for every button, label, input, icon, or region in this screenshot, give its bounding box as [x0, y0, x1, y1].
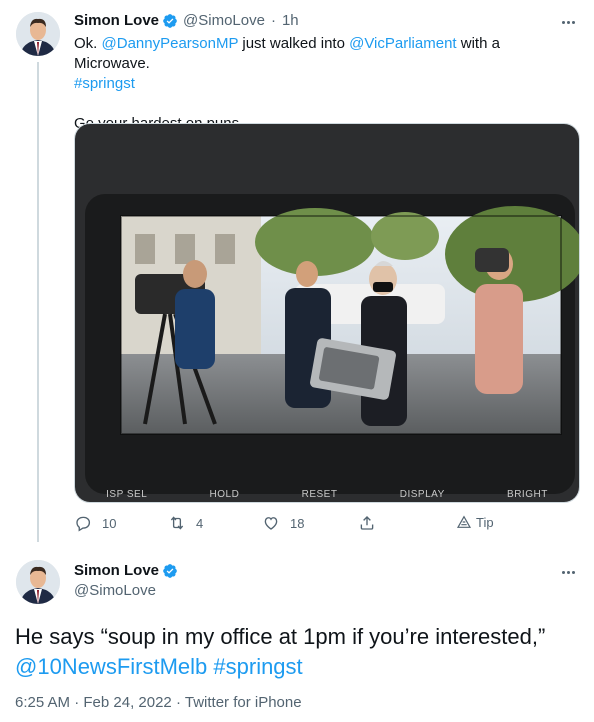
main-tweet-quote: He says “soup in my office at 1pm if you… [15, 624, 546, 649]
tweet-timestamp[interactable]: 6:25 AM · Feb 24, 2022 [15, 694, 172, 711]
separator-dot: · [270, 12, 276, 29]
mention-vic-parliament[interactable]: @VicParliament [349, 35, 457, 52]
viewfinder-label: DISPLAY [399, 488, 445, 500]
hashtag-springst[interactable]: #springst [74, 74, 579, 94]
tweet-meta: 6:25 AM · Feb 24, 2022 · Twitter for iPh… [15, 694, 302, 711]
thread-connector-line [37, 62, 39, 542]
separator-dot: · [175, 694, 185, 711]
tip-icon [456, 515, 472, 528]
verified-badge-icon [162, 13, 178, 29]
tip-label: Tip [476, 514, 494, 530]
share-icon [360, 516, 374, 530]
viewfinder-label: HOLD [209, 488, 240, 500]
like-count: 18 [290, 515, 305, 531]
tweet-action-bar: 10 4 18 Tip [74, 514, 504, 536]
verified-badge-icon [162, 563, 178, 579]
reply-count: 10 [102, 515, 117, 531]
tweet-photo[interactable]: ISP SEL HOLD RESET DISPLAY BRIGHT [74, 123, 580, 503]
retweet-button[interactable]: 4 [168, 514, 203, 532]
retweet-count: 4 [196, 515, 204, 531]
mention-danny-pearson[interactable]: @DannyPearsonMP [102, 35, 239, 52]
reply-icon [76, 516, 91, 532]
viewfinder-label: BRIGHT [507, 488, 548, 500]
main-author-handle[interactable]: @SimoLove [74, 582, 156, 599]
author-handle[interactable]: @SimoLove [183, 12, 265, 29]
reply-tweet-header: Simon Love @SimoLove · 1h [74, 12, 299, 29]
viewfinder-label: ISP SEL [106, 488, 148, 500]
share-button[interactable] [358, 514, 376, 532]
heart-icon [264, 517, 278, 530]
main-tweet-header: Simon Love [74, 562, 178, 579]
viewfinder-labels: ISP SEL HOLD RESET DISPLAY BRIGHT [75, 486, 579, 502]
tweet-text-line-1: Ok. @DannyPearsonMP just walked into @Vi… [74, 34, 579, 74]
text-prefix: Ok. [74, 35, 102, 52]
like-button[interactable]: 18 [262, 514, 304, 532]
author-display-name[interactable]: Simon Love [74, 12, 159, 29]
tweet-client[interactable]: Twitter for iPhone [185, 694, 302, 711]
author-avatar[interactable] [16, 12, 60, 56]
mention-10newsfirstmelb[interactable]: @10NewsFirstMelb [15, 654, 207, 679]
more-options-icon[interactable] [558, 12, 578, 32]
main-tweet-text: He says “soup in my office at 1pm if you… [15, 622, 585, 682]
text-mid: just walked into [238, 35, 350, 52]
tweet-time[interactable]: 1h [282, 12, 299, 29]
main-author-display-name[interactable]: Simon Love [74, 562, 159, 579]
hashtag-springst-main[interactable]: #springst [213, 654, 302, 679]
reply-button[interactable]: 10 [74, 514, 116, 532]
tip-button[interactable]: Tip [456, 514, 494, 530]
main-author-avatar[interactable] [16, 560, 60, 604]
viewfinder-label: RESET [301, 488, 338, 500]
retweet-icon [170, 516, 184, 530]
main-more-options-icon[interactable] [558, 562, 578, 582]
reply-tweet-text: Ok. @DannyPearsonMP just walked into @Vi… [74, 34, 579, 134]
text-spacer [74, 94, 579, 114]
